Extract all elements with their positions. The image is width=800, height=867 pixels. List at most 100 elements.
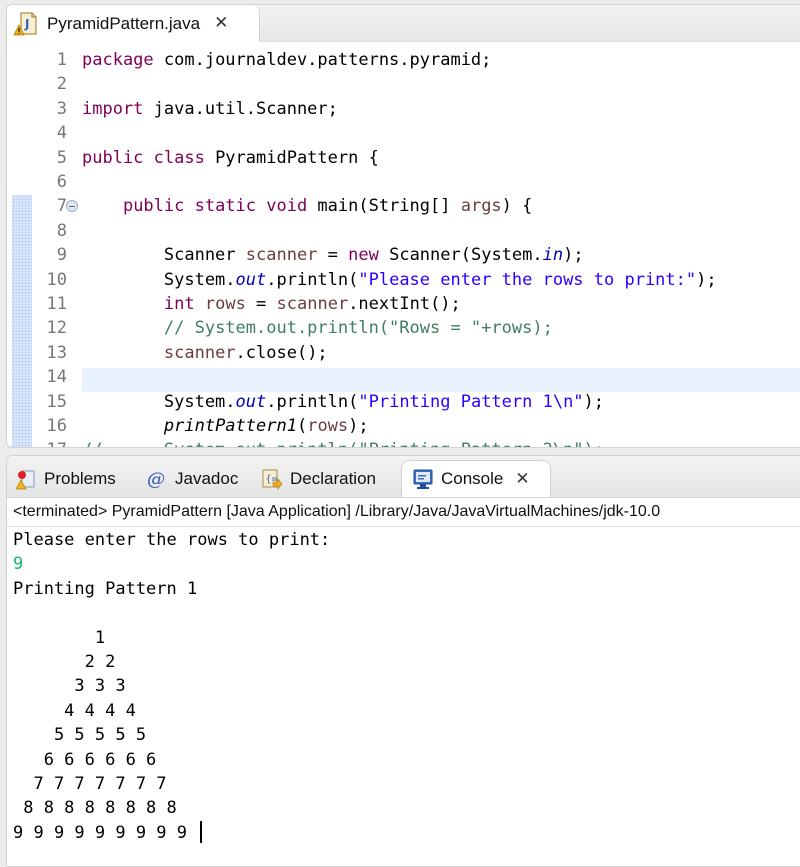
console-line-text: 7 7 7 7 7 7 7 bbox=[13, 774, 177, 794]
line-number: 13 bbox=[46, 342, 67, 363]
code-line[interactable]: 16 printPattern1(rows); bbox=[7, 414, 800, 438]
console-output-line: Please enter the rows to print: bbox=[13, 528, 330, 552]
divider bbox=[7, 526, 800, 527]
console-line-text: 3 3 3 bbox=[13, 676, 136, 697]
console-line-text: 5 5 5 5 5 bbox=[13, 725, 157, 746]
console-output-line: 9 9 9 9 9 9 9 9 9 bbox=[13, 820, 202, 845]
console-line-text: 9 bbox=[13, 554, 24, 575]
line-number: 9 bbox=[56, 245, 67, 266]
editor-tab-bar: J PyramidPattern.java ✕ bbox=[7, 5, 800, 42]
code-token: Scanner(System. bbox=[378, 245, 543, 266]
code-line[interactable]: 7 public static void main(String[] args)… bbox=[7, 194, 800, 218]
code-token: .close(); bbox=[235, 342, 328, 363]
line-number: 3 bbox=[56, 98, 67, 119]
javadoc-at-icon: @ bbox=[147, 468, 165, 490]
code-line[interactable]: 14 bbox=[7, 365, 800, 389]
tab-javadoc[interactable]: @ Javadoc bbox=[147, 461, 238, 497]
console-output-line: 8 8 8 8 8 8 8 8 bbox=[13, 796, 187, 820]
code-text: // System.out.println("Printing Pattern … bbox=[82, 438, 604, 447]
code-text: package com.journaldev.patterns.pyramid; bbox=[82, 48, 491, 72]
code-token: out bbox=[235, 269, 267, 290]
declaration-icon: {= bbox=[261, 468, 283, 490]
code-line[interactable]: 11 int rows = scanner.nextInt(); bbox=[7, 292, 800, 316]
code-token: rows bbox=[307, 416, 349, 436]
console-output-line: 1 bbox=[13, 626, 115, 650]
code-token: printPattern1 bbox=[163, 416, 297, 436]
code-token: "Please enter the rows to print:" bbox=[358, 269, 697, 290]
code-token: package bbox=[82, 50, 154, 70]
code-line[interactable]: 9 Scanner scanner = new Scanner(System.i… bbox=[7, 243, 800, 267]
code-token: ); bbox=[696, 269, 717, 290]
svg-text:J: J bbox=[24, 17, 29, 31]
code-line[interactable]: 15 System.out.println("Printing Pattern … bbox=[7, 390, 800, 414]
code-token: = bbox=[317, 245, 349, 266]
console-output-line: 7 7 7 7 7 7 7 bbox=[13, 772, 177, 796]
console-line-text: 9 9 9 9 9 9 9 9 9 bbox=[13, 822, 198, 843]
code-token: public class bbox=[82, 147, 205, 168]
line-number: 10 bbox=[46, 269, 67, 290]
close-icon[interactable]: ✕ bbox=[515, 470, 529, 488]
tab-console[interactable]: Console ✕ bbox=[401, 460, 551, 497]
close-icon[interactable]: ✕ bbox=[214, 15, 228, 32]
code-token: "Printing Pattern 1\n" bbox=[358, 391, 584, 412]
code-token: public static void bbox=[122, 196, 308, 217]
console-output-line: 5 5 5 5 5 bbox=[13, 723, 156, 747]
java-file-warning-icon: J bbox=[13, 11, 39, 37]
code-line[interactable]: 4 bbox=[7, 121, 800, 145]
console-line-text: 1 bbox=[13, 627, 116, 648]
editor-tab-pyramidpattern[interactable]: J PyramidPattern.java ✕ bbox=[7, 5, 260, 42]
line-number: 12 bbox=[46, 318, 67, 339]
tab-javadoc-label: Javadoc bbox=[175, 469, 239, 488]
code-token: ); bbox=[583, 391, 605, 412]
console-line-text: 4 4 4 4 bbox=[13, 700, 147, 721]
line-number: 11 bbox=[46, 294, 67, 314]
code-text: printPattern1(rows); bbox=[82, 414, 369, 438]
fold-collapse-icon[interactable] bbox=[66, 200, 78, 213]
line-number: 7 bbox=[56, 196, 67, 217]
code-line[interactable]: 2 bbox=[7, 72, 800, 96]
line-number: 14 bbox=[46, 367, 67, 388]
code-token: .nextInt(); bbox=[348, 294, 461, 314]
console-output-line: 3 3 3 bbox=[13, 674, 136, 698]
problems-icon bbox=[15, 468, 37, 490]
code-line[interactable]: 3 import java.util.Scanner; bbox=[7, 97, 800, 121]
console-line-text: Please enter the rows to print: bbox=[13, 530, 331, 550]
code-line[interactable]: 17 // System.out.println("Printing Patter… bbox=[7, 438, 800, 447]
code-line[interactable]: 13 scanner.close(); bbox=[7, 341, 800, 365]
code-token: // System.out.println("Printing Pattern … bbox=[82, 440, 604, 447]
console-line-text: 2 2 bbox=[13, 652, 126, 672]
code-line[interactable]: 8 bbox=[7, 219, 800, 243]
console-line-text: 6 6 6 6 6 6 bbox=[13, 749, 167, 770]
code-line[interactable]: 1 package com.journaldev.patterns.pyramid… bbox=[7, 48, 800, 72]
code-text: System.out.println("Please enter the row… bbox=[82, 268, 717, 292]
code-token: args bbox=[460, 196, 502, 217]
code-token: scanner bbox=[276, 294, 349, 314]
tab-console-label: Console bbox=[441, 469, 504, 488]
tab-problems[interactable]: Problems bbox=[15, 461, 116, 497]
text-caret bbox=[200, 820, 202, 843]
code-token: ) { bbox=[501, 196, 533, 217]
code-token: scanner bbox=[245, 245, 318, 266]
code-line[interactable]: 5 public class PyramidPattern { bbox=[7, 146, 800, 170]
code-token: System. bbox=[82, 391, 236, 412]
tab-declaration[interactable]: {= Declaration bbox=[261, 461, 376, 497]
view-tab-bar: Problems @ Javadoc {= Declaration Consol… bbox=[7, 456, 800, 498]
console-line-text: 8 8 8 8 8 8 8 8 bbox=[13, 798, 187, 819]
line-number: 1 bbox=[56, 50, 67, 70]
console-output-line: Printing Pattern 1 bbox=[13, 577, 197, 601]
code-line[interactable]: 10 System.out.println("Please enter the … bbox=[7, 268, 800, 292]
line-number: 8 bbox=[56, 220, 67, 241]
code-text: import java.util.Scanner; bbox=[82, 97, 338, 121]
console-line-text: Printing Pattern 1 bbox=[13, 578, 198, 599]
code-token: System. bbox=[82, 269, 236, 290]
code-token: rows bbox=[204, 294, 246, 314]
code-line[interactable]: 12 // System.out.println("Rows = "+rows)… bbox=[7, 316, 800, 340]
code-token: PyramidPattern { bbox=[204, 147, 379, 168]
code-editor[interactable]: 1 package com.journaldev.patterns.pyramid… bbox=[7, 42, 800, 447]
line-number: 17 bbox=[29, 438, 67, 447]
code-line[interactable]: 6 bbox=[7, 170, 800, 194]
